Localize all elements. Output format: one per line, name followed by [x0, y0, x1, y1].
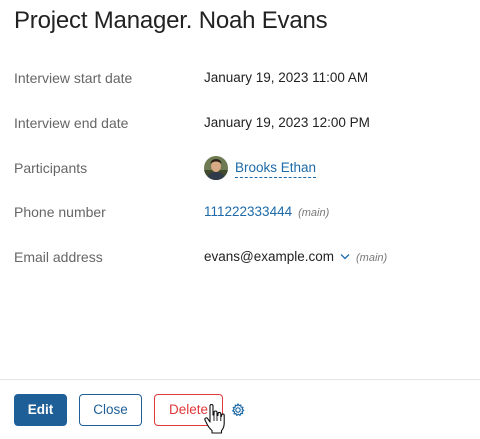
- field-value-start-date: January 19, 2023 11:00 AM: [204, 70, 369, 85]
- email-tag: (main): [356, 252, 388, 264]
- field-label-email: Email address: [14, 249, 103, 265]
- close-button[interactable]: Close: [79, 394, 142, 426]
- gear-icon[interactable]: [231, 402, 245, 417]
- phone-tag: (main): [298, 207, 330, 219]
- field-label-end-date: Interview end date: [14, 115, 129, 131]
- user-avatar[interactable]: [204, 156, 228, 180]
- phone-value: 111222333444 (main): [204, 200, 329, 225]
- field-row-participants: Participants Brooks Ethan: [14, 156, 474, 180]
- participant-link[interactable]: Brooks Ethan: [235, 156, 317, 178]
- field-row-start-date: Interview start date January 19, 2023 11…: [14, 66, 474, 90]
- page-title: Project Manager. Noah Evans: [14, 7, 328, 34]
- field-value-end-date: January 19, 2023 12:00 PM: [204, 115, 370, 130]
- participants-value: Brooks Ethan: [204, 156, 404, 180]
- field-label-participants: Participants: [14, 160, 88, 176]
- field-label-phone: Phone number: [14, 204, 106, 220]
- edit-button[interactable]: Edit: [14, 394, 67, 426]
- field-row-email: Email address evans@example.com (main): [14, 245, 474, 269]
- hand-cursor-icon: [204, 403, 226, 434]
- field-row-end-date: Interview end date January 19, 2023 12:0…: [14, 111, 474, 135]
- field-row-phone: Phone number 111222333444 (main): [14, 200, 474, 224]
- field-label-start-date: Interview start date: [14, 70, 133, 86]
- interview-details-page: Project Manager. Noah Evans Interview st…: [0, 0, 480, 439]
- email-value-wrap: evans@example.com (main): [204, 245, 387, 270]
- email-value[interactable]: evans@example.com: [204, 249, 334, 264]
- footer-divider: [0, 379, 480, 380]
- phone-link[interactable]: 111222333444: [204, 204, 292, 219]
- chevron-down-icon[interactable]: [340, 244, 350, 268]
